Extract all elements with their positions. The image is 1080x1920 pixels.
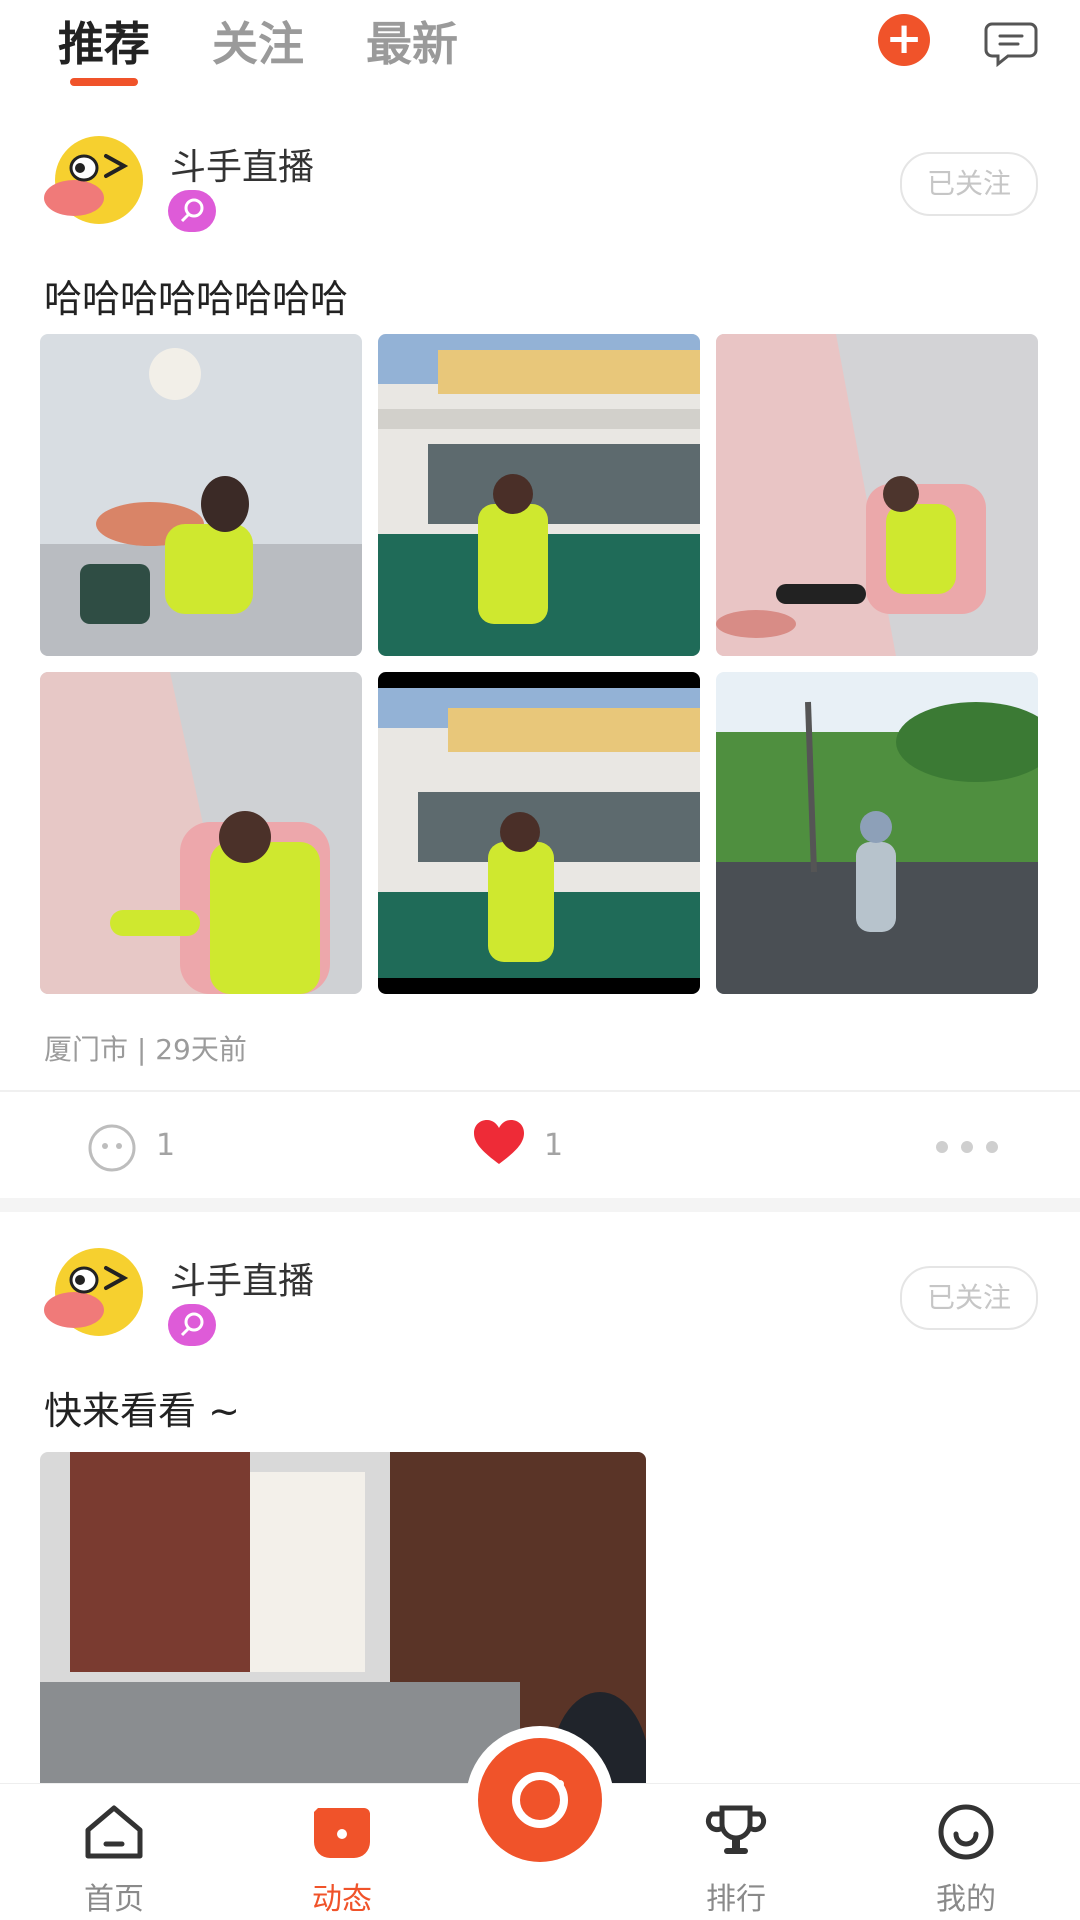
message-icon[interactable] xyxy=(984,14,1038,68)
follow-button[interactable]: 已关注 xyxy=(900,1266,1038,1330)
post-text: 哈哈哈哈哈哈哈哈 xyxy=(44,277,349,321)
add-post-button[interactable]: + xyxy=(878,14,930,66)
bottom-nav: 首页 动态 排行 我的 xyxy=(0,1738,1080,1920)
post-actions: 1 1 xyxy=(0,1092,1080,1204)
more-icon[interactable] xyxy=(932,1138,1002,1156)
tab-recommend[interactable]: 推荐 xyxy=(58,8,150,74)
camera-icon xyxy=(512,1772,568,1828)
tab-following[interactable]: 关注 xyxy=(212,8,304,74)
like-count: 1 xyxy=(544,1128,564,1163)
camera-button[interactable] xyxy=(478,1738,602,1862)
top-tab-bar: 推荐 关注 最新 + xyxy=(0,0,1080,100)
comment-count: 1 xyxy=(156,1128,176,1163)
profile-icon xyxy=(938,1804,994,1860)
username[interactable]: 斗手直播 xyxy=(170,1252,314,1304)
nav-home[interactable]: 首页 xyxy=(44,1802,184,1918)
post-image[interactable] xyxy=(716,672,1038,994)
nav-home-label: 首页 xyxy=(84,1882,144,1917)
post-image[interactable] xyxy=(40,334,362,656)
female-icon xyxy=(180,198,204,223)
active-tab-indicator xyxy=(70,78,138,86)
location-time: 厦门市 | 29天前 xyxy=(44,1033,247,1066)
post-image[interactable] xyxy=(378,334,700,656)
avatar[interactable] xyxy=(44,1240,148,1344)
post-text: 快来看看 ~ xyxy=(44,1389,240,1433)
trophy-icon xyxy=(705,1805,767,1854)
tab-latest[interactable]: 最新 xyxy=(366,8,458,74)
female-icon xyxy=(180,1312,204,1337)
comment-icon[interactable] xyxy=(86,1122,138,1174)
username[interactable]: 斗手直播 xyxy=(170,138,314,190)
section-gap xyxy=(0,1198,1080,1212)
follow-button[interactable]: 已关注 xyxy=(900,152,1038,216)
heart-icon[interactable] xyxy=(474,1120,524,1168)
post-card: 斗手直播 已关注 快来看看 ~ xyxy=(0,1212,1080,1792)
post-card: 斗手直播 已关注 哈哈哈哈哈哈哈哈 厦门市 | 29天前 1 1 xyxy=(0,98,1080,1198)
gender-badge xyxy=(168,1304,216,1346)
nav-feed[interactable]: 动态 xyxy=(272,1802,412,1918)
feed-icon xyxy=(314,1808,370,1858)
home-icon xyxy=(85,1805,143,1859)
nav-rank[interactable]: 排行 xyxy=(666,1802,806,1918)
nav-feed-label: 动态 xyxy=(312,1882,372,1917)
nav-rank-label: 排行 xyxy=(706,1882,766,1917)
nav-me-label: 我的 xyxy=(936,1882,996,1917)
post-image[interactable] xyxy=(716,334,1038,656)
post-image[interactable] xyxy=(40,672,362,994)
plus-icon: + xyxy=(885,13,923,64)
post-image[interactable] xyxy=(378,672,700,994)
nav-me[interactable]: 我的 xyxy=(896,1802,1036,1918)
avatar[interactable] xyxy=(44,128,148,232)
gender-badge xyxy=(168,190,216,232)
